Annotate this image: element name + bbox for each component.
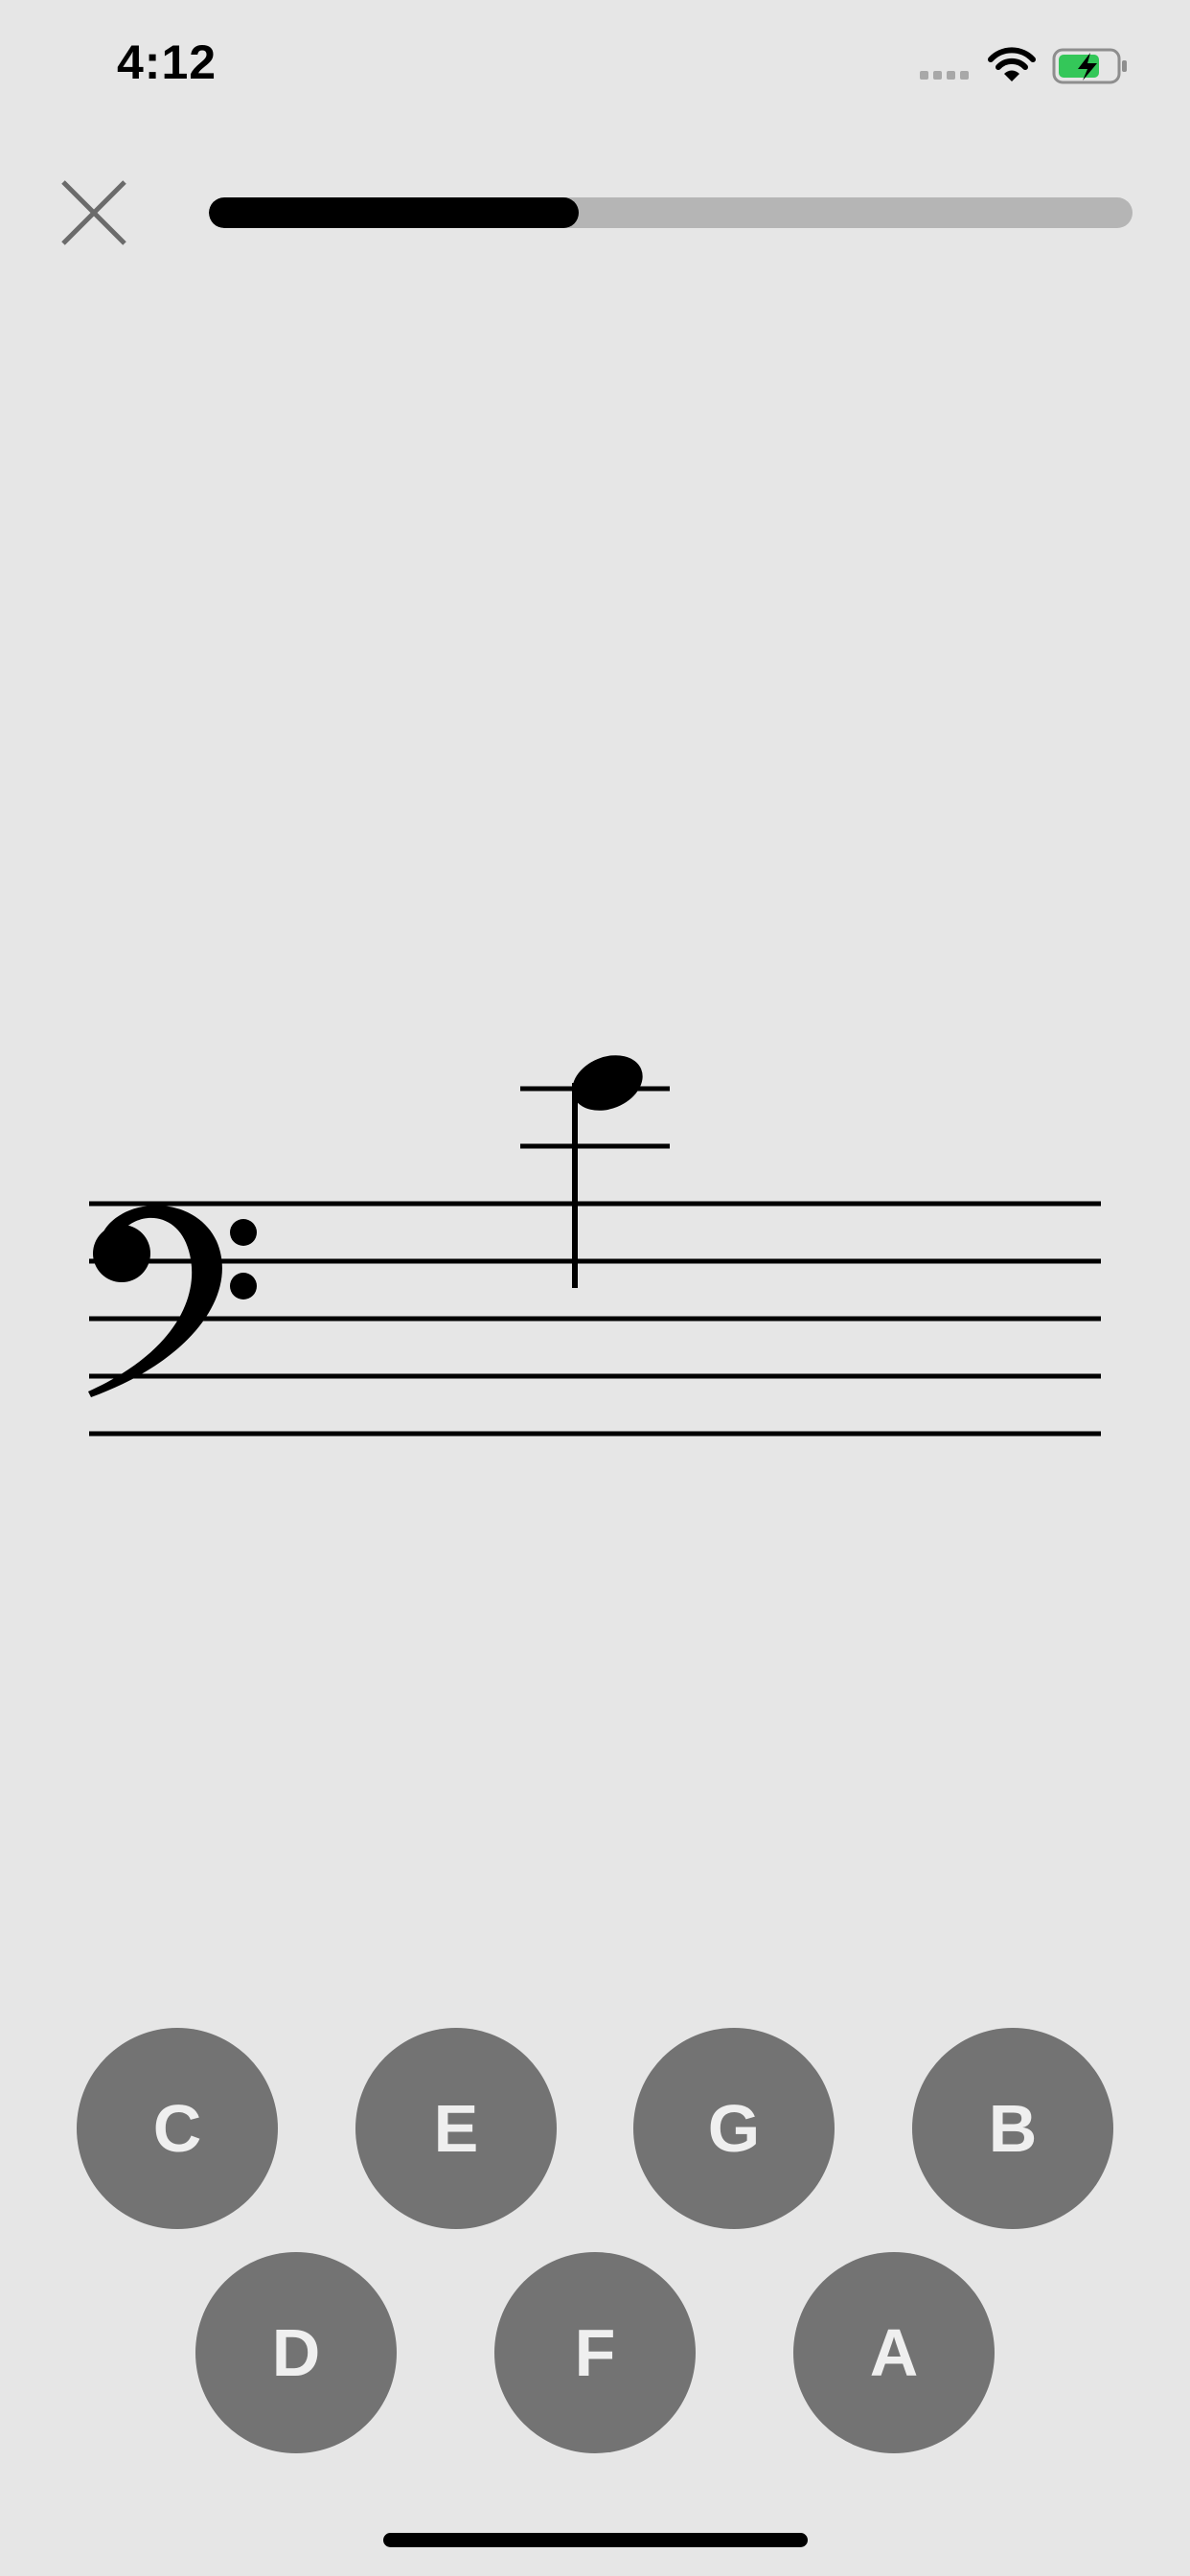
quarter-note — [572, 1055, 643, 1288]
note-button-f[interactable]: F — [494, 2252, 696, 2453]
status-bar: 4:12 — [0, 0, 1190, 134]
status-time: 4:12 — [117, 35, 217, 89]
close-icon — [61, 180, 126, 245]
music-staff — [88, 1055, 1101, 1437]
progress-bar — [209, 197, 1133, 228]
status-icons — [920, 47, 1127, 84]
battery-charging-icon — [1052, 48, 1127, 84]
home-indicator[interactable] — [383, 2533, 808, 2547]
note-button-e[interactable]: E — [355, 2028, 557, 2229]
progress-fill — [209, 197, 579, 228]
note-button-g[interactable]: G — [633, 2028, 835, 2229]
note-button-d[interactable]: D — [195, 2252, 397, 2453]
bass-clef-icon — [88, 1205, 257, 1397]
note-button-b[interactable]: B — [912, 2028, 1113, 2229]
wifi-icon — [988, 47, 1036, 81]
close-button[interactable] — [57, 176, 130, 249]
note-button-c[interactable]: C — [77, 2028, 278, 2229]
note-button-a[interactable]: A — [793, 2252, 995, 2453]
cellular-signal-icon — [920, 71, 969, 80]
